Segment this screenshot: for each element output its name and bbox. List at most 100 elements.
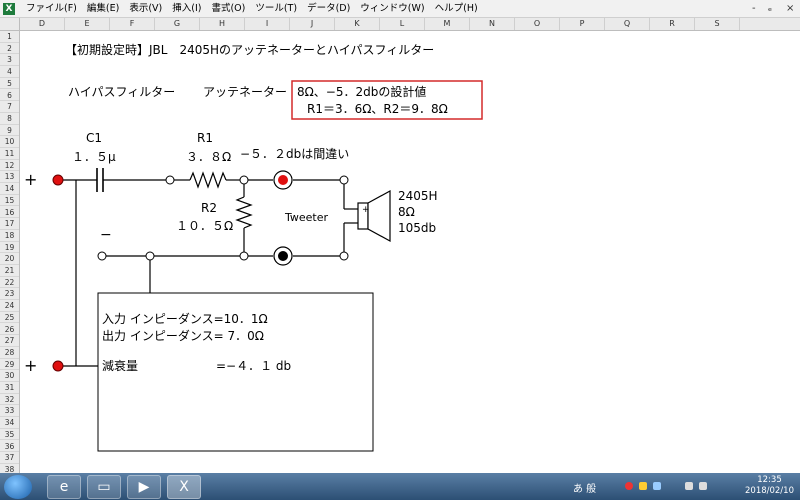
menu-insert[interactable]: 挿入(I) <box>167 0 206 18</box>
row-header[interactable]: 19 <box>0 242 19 254</box>
row-header[interactable]: 9 <box>0 125 19 137</box>
row-header[interactable]: 28 <box>0 347 19 359</box>
row-header[interactable]: 8 <box>0 113 19 125</box>
system-tray: あ 般 12:35 2018/02/10 <box>565 473 800 500</box>
menu-file[interactable]: ファイル(F) <box>21 0 82 18</box>
menu-items: ファイル(F) 編集(E) 表示(V) 挿入(I) 書式(O) ツール(T) デ… <box>21 0 483 18</box>
tweeter-terminal-minus <box>278 251 288 261</box>
row-header[interactable]: 20 <box>0 253 19 265</box>
row-header[interactable]: 18 <box>0 230 19 242</box>
select-all-corner[interactable] <box>0 18 20 30</box>
column-header[interactable]: M <box>425 18 470 30</box>
row-header[interactable]: 4 <box>0 66 19 78</box>
row-header[interactable]: 13 <box>0 171 19 184</box>
row-header[interactable]: 37 <box>0 452 19 464</box>
row-header[interactable]: 6 <box>0 90 19 102</box>
column-header[interactable]: O <box>515 18 560 30</box>
column-header[interactable]: D <box>20 18 65 30</box>
network-icon[interactable] <box>685 482 693 490</box>
excel-app-icon[interactable]: X <box>3 3 15 15</box>
tray-icon[interactable] <box>625 482 633 490</box>
restore-button[interactable]: ₑ <box>768 0 772 18</box>
row-header[interactable]: 33 <box>0 405 19 418</box>
tray-icon[interactable] <box>653 482 661 490</box>
row-header[interactable]: 17 <box>0 218 19 230</box>
row-header[interactable]: 7 <box>0 101 19 113</box>
system-clock[interactable]: 12:35 2018/02/10 <box>745 475 794 497</box>
row-header[interactable]: 29 <box>0 359 19 371</box>
design-value-line2: R1＝3．6Ω、R2＝9．8Ω <box>307 102 448 116</box>
node-r1-left <box>165 175 175 185</box>
column-header[interactable]: F <box>110 18 155 30</box>
tweeter-label: Tweeter <box>285 211 329 224</box>
folder-icon[interactable]: ▭ <box>87 475 121 499</box>
row-header[interactable]: 10 <box>0 136 19 148</box>
column-header[interactable]: R <box>650 18 695 30</box>
node-bottom-left <box>97 251 107 261</box>
menu-window[interactable]: ウィンドウ(W) <box>355 0 429 18</box>
menu-data[interactable]: データ(D) <box>302 0 355 18</box>
r2-name: R2 <box>201 201 217 215</box>
tweeter-terminal-plus <box>278 175 288 185</box>
column-header[interactable]: H <box>200 18 245 30</box>
node-r2-bottom <box>239 251 249 261</box>
menu-help[interactable]: ヘルプ(H) <box>430 0 483 18</box>
row-header[interactable]: 21 <box>0 265 19 277</box>
output-impedance: 出力 インピーダンス= 7．0Ω <box>102 329 264 343</box>
row-header[interactable]: 2 <box>0 43 19 55</box>
row-header[interactable]: 5 <box>0 78 19 90</box>
column-header[interactable]: Q <box>605 18 650 30</box>
row-header[interactable]: 35 <box>0 429 19 441</box>
internet-explorer-icon[interactable]: e <box>47 475 81 499</box>
column-header[interactable]: S <box>695 18 740 30</box>
input-impedance: 入力 インピーダンス=10．1Ω <box>102 312 268 326</box>
row-header[interactable]: 24 <box>0 300 19 312</box>
column-header[interactable]: J <box>290 18 335 30</box>
worksheet[interactable]: 【初期設定時】JBL 2405Hのアッテネーターとハイパスフィルター ハイパスフ… <box>20 31 800 473</box>
ime-indicator[interactable]: あ 般 <box>573 480 596 495</box>
row-header[interactable]: 31 <box>0 382 19 394</box>
row-header[interactable]: 22 <box>0 277 19 289</box>
menu-tools[interactable]: ツール(T) <box>250 0 302 18</box>
row-header[interactable]: 1 <box>0 31 19 43</box>
row-header[interactable]: 36 <box>0 441 19 453</box>
excel-taskbar-icon[interactable]: X <box>167 475 201 499</box>
menu-format[interactable]: 書式(O) <box>206 0 250 18</box>
row-header[interactable]: 25 <box>0 312 19 324</box>
note-wrong: −５．２dbは間違い <box>240 147 350 161</box>
sheet-title: 【初期設定時】JBL 2405Hのアッテネーターとハイパスフィルター <box>65 43 435 57</box>
plus-bottom-label: + <box>24 356 38 375</box>
row-header[interactable]: 16 <box>0 207 19 219</box>
row-header[interactable]: 30 <box>0 370 19 382</box>
row-header[interactable]: 38 <box>0 464 19 473</box>
node-top-right <box>339 175 349 185</box>
row-header[interactable]: 32 <box>0 394 19 406</box>
column-header[interactable]: P <box>560 18 605 30</box>
c1-value: １．５μ <box>72 150 116 164</box>
minimize-button[interactable]: - <box>752 0 756 18</box>
row-header[interactable]: 34 <box>0 417 19 429</box>
row-header[interactable]: 27 <box>0 335 19 347</box>
row-header[interactable]: 12 <box>0 160 19 172</box>
row-header[interactable]: 15 <box>0 195 19 207</box>
r2-value: １０．５Ω <box>176 219 234 233</box>
menu-edit[interactable]: 編集(E) <box>82 0 124 18</box>
start-button[interactable] <box>4 475 32 499</box>
column-header[interactable]: N <box>470 18 515 30</box>
close-button[interactable]: × <box>786 0 794 18</box>
attenuation-value: =−４．１ db <box>216 359 292 373</box>
column-header[interactable]: I <box>245 18 290 30</box>
tray-icon[interactable] <box>639 482 647 490</box>
column-header[interactable]: K <box>335 18 380 30</box>
row-header[interactable]: 11 <box>0 148 19 160</box>
column-header[interactable]: E <box>65 18 110 30</box>
row-header[interactable]: 3 <box>0 54 19 67</box>
row-header[interactable]: 23 <box>0 288 19 301</box>
volume-icon[interactable] <box>699 482 707 490</box>
row-header[interactable]: 14 <box>0 183 19 195</box>
menu-view[interactable]: 表示(V) <box>124 0 167 18</box>
row-header[interactable]: 26 <box>0 324 19 336</box>
column-header[interactable]: G <box>155 18 200 30</box>
column-header[interactable]: L <box>380 18 425 30</box>
media-player-icon[interactable]: ▶ <box>127 475 161 499</box>
